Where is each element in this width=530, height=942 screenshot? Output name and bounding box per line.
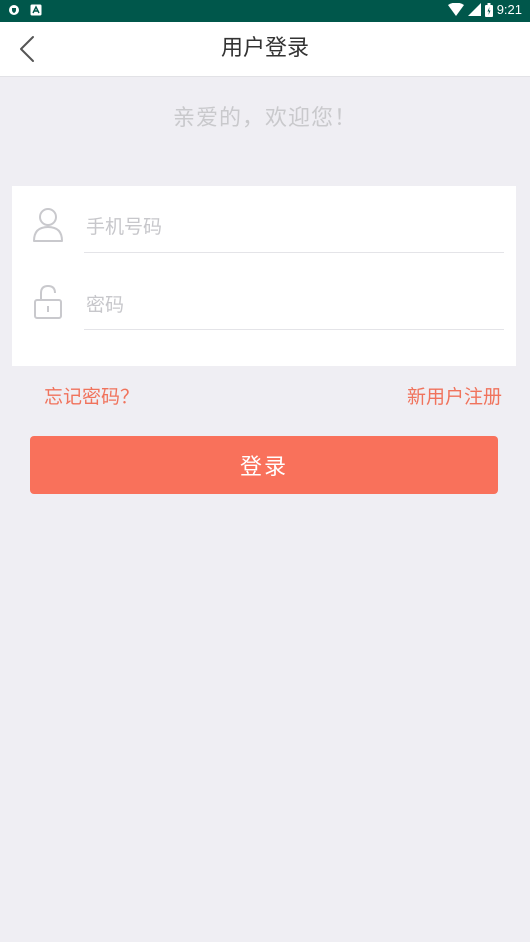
welcome-text: 亲爱的，欢迎您！ (172, 106, 357, 131)
signal-icon (467, 3, 481, 16)
phone-field-row (12, 186, 516, 262)
page-title: 用户登录 (220, 36, 309, 61)
shield-icon (9, 5, 19, 15)
auth-links: 忘记密码？ 新用户注册 (0, 382, 530, 412)
forgot-password-link[interactable]: 忘记密码？ (44, 382, 139, 409)
password-field-row (12, 264, 516, 340)
notification-a-icon (30, 4, 42, 16)
status-bar: 9:21 (0, 0, 530, 22)
login-form (12, 186, 516, 366)
register-link[interactable]: 新用户注册 (407, 382, 502, 409)
unlock-icon (34, 284, 62, 319)
login-button[interactable]: 登录 (30, 436, 498, 494)
user-icon (33, 208, 63, 242)
phone-input[interactable] (84, 206, 504, 248)
battery-icon (484, 2, 493, 17)
app-bar: 用户登录 (0, 22, 530, 77)
password-divider (84, 329, 504, 330)
password-input[interactable] (84, 284, 504, 326)
phone-divider (84, 252, 504, 253)
wifi-icon (447, 3, 464, 16)
status-time: 9:21 (496, 2, 522, 17)
